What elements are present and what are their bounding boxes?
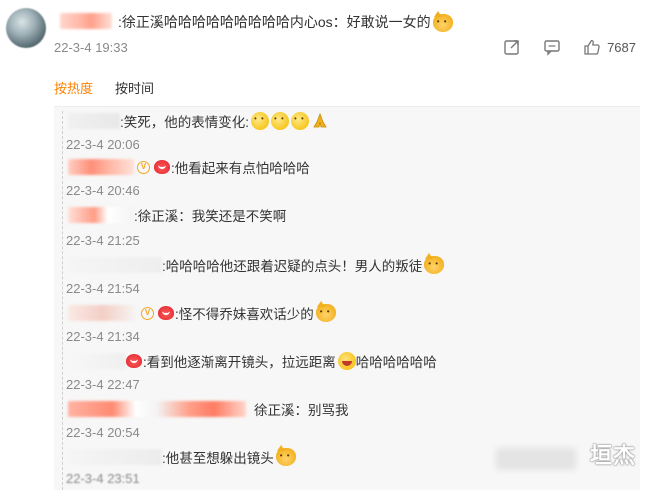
watermark-smudge [496,448,576,470]
reply-text: :他甚至想躲出镜头 [162,451,274,466]
reply-list: :笑死，他的表情变化: 22-3-4 20:06 V :他看起来有点怕哈哈哈 2… [54,106,640,490]
thumbs-up-icon [584,39,600,55]
vip-badge-icon: V [137,160,150,174]
reply-text: :笑死，他的表情变化: [120,115,250,130]
cat-emoji-icon [424,253,445,274]
reply-item: 徐正溪：别骂我 [68,399,349,419]
cat-emoji-icon [315,301,336,322]
reply-username-blurred[interactable] [68,257,162,273]
reply-username-blurred[interactable] [68,113,120,129]
top-comment-text: :徐正溪哈哈哈哈哈哈哈哈哈内心os：好敢说一女的 [118,11,453,33]
like-count: 7687 [607,39,636,55]
reply-text-after: 哈哈哈哈哈哈 [355,355,437,370]
heart-face-icon [126,354,142,368]
reply-item: :徐正溪：我笑还是不笑啊 [68,205,286,225]
reply-date: 22-3-4 21:25 [66,233,140,248]
reply-date: 22-3-4 21:54 [66,281,140,296]
vip-badge-icon: V [141,306,154,320]
tab-by-popularity[interactable]: 按热度 [54,78,93,97]
reply-text: :他看起来有点怕哈哈哈 [171,161,310,176]
like-button[interactable]: 7687 [583,38,636,56]
reply-date: 22-3-4 23:51 [66,471,140,486]
reply-text: 徐正溪：别骂我 [254,403,349,418]
reply-text: :徐正溪：我笑还是不笑啊 [134,209,287,224]
heart-face-icon [158,306,174,320]
reply-item: :他甚至想躲出镜头 [68,445,296,467]
cat-emoji-icon [432,11,453,33]
reply-item: :看到他逐渐离开镜头，拉远距离 哈哈哈哈哈哈 [68,351,437,371]
username-blurred[interactable] [60,13,112,29]
smile-emoji-icon [291,112,310,130]
reply-username-blurred[interactable] [68,353,126,369]
watermark: 垣杰 [589,443,636,468]
reply-date: 22-3-4 20:54 [66,425,140,440]
surprised-emoji-icon [251,112,270,130]
reply-item: :笑死，他的表情变化: [68,111,329,131]
reply-date: 22-3-4 20:06 [66,137,140,152]
tab-by-time[interactable]: 按时间 [115,78,154,97]
reply-date: 22-3-4 21:34 [66,329,140,344]
top-comment-date: 22-3-4 19:33 [54,40,128,55]
reply-username-blurred[interactable] [68,159,134,175]
heart-face-icon [154,160,170,174]
reply-username-blurred[interactable] [68,305,138,321]
reply-date: 22-3-4 20:46 [66,183,140,198]
laughing-emoji-icon [337,352,356,370]
comment-actions: 7687 [503,38,636,56]
reply-text: :哈哈哈哈他还跟着迟疑的点头！男人的叛徒 [162,259,423,274]
sort-tabs: 按热度 按时间 [54,78,154,97]
covering-mouth-emoji-icon [271,112,290,130]
pray-emoji-icon [311,112,329,130]
cat-emoji-icon [275,445,296,466]
reply-item: V :他看起来有点怕哈哈哈 [68,157,310,177]
share-icon[interactable] [503,38,521,56]
reply-text: :看到他逐渐离开镜头，拉远距离 [143,355,336,370]
comment-icon[interactable] [543,38,561,56]
reply-username-blurred[interactable] [68,449,162,465]
avatar[interactable] [6,8,46,48]
reply-username-blurred[interactable] [68,401,246,417]
reply-date: 22-3-4 22:47 [66,377,140,392]
reply-item: V :怪不得乔妹喜欢话少的 [68,301,336,323]
reply-text: :怪不得乔妹喜欢话少的 [175,307,314,322]
reply-username-blurred[interactable] [68,207,134,223]
reply-item: :哈哈哈哈他还跟着迟疑的点头！男人的叛徒 [68,253,445,275]
